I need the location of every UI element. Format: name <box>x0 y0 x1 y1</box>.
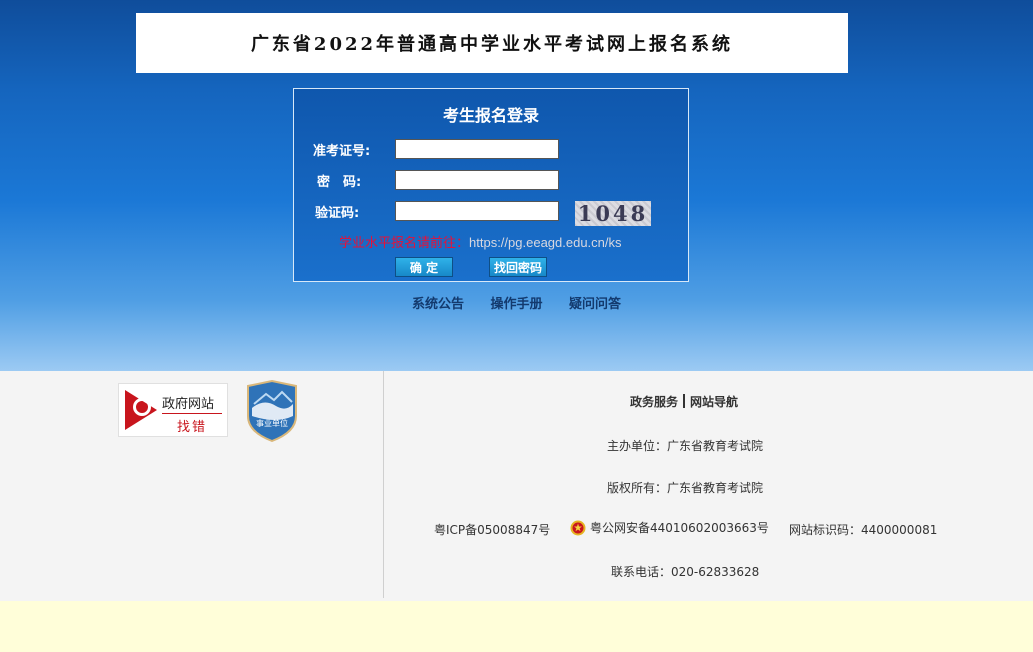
captcha-label: 验证码: <box>315 206 360 221</box>
confirm-button[interactable]: 确 定 <box>395 257 453 277</box>
gov-services-link[interactable]: 政务服务 <box>630 395 678 409</box>
phone-text: 联系电话：020-62833628 <box>611 565 760 579</box>
login-panel: 考生报名登录 准考证号: 密 码: 验证码: 1048 学业水平报名请前往：ht… <box>293 88 689 282</box>
login-title: 考生报名登录 <box>442 106 539 125</box>
unit-badge-text: 事业单位 <box>256 418 288 428</box>
link-separator <box>683 394 686 408</box>
gov-badge-line2: 找错 <box>177 420 208 435</box>
copyright-text: 版权所有：广东省教育考试院 <box>607 481 764 495</box>
password-input[interactable] <box>395 170 559 190</box>
site-nav-link[interactable]: 网站导航 <box>690 395 738 409</box>
magnifier-icon <box>133 398 151 416</box>
police-record-text: 粤公网安备44010602003663号 <box>590 521 769 535</box>
notice-url-link[interactable]: https://pg.eeagd.edu.cn/ks <box>469 235 622 250</box>
password-label: 密 码: <box>317 175 362 190</box>
exam-id-label: 准考证号: <box>313 144 371 159</box>
recover-password-button[interactable]: 找回密码 <box>489 257 547 277</box>
nav-links: 系统公告 操作手册 疑问问答 <box>0 293 1033 312</box>
public-institution-badge-icon[interactable]: 事业单位 <box>246 380 298 442</box>
exam-id-input[interactable] <box>395 139 559 159</box>
icp-record-link[interactable]: 粤ICP备05008847号 <box>434 521 550 538</box>
footer: 政府网站 找错 事业单位 政务服务 网站导航 主办单位：广东省教育考试院 版权所有… <box>0 371 1033 601</box>
footer-divider <box>383 371 384 598</box>
nav-link-announcement[interactable]: 系统公告 <box>412 297 464 312</box>
gov-website-error-badge[interactable]: 政府网站 找错 <box>118 383 228 437</box>
sponsor-text: 主办单位：广东省教育考试院 <box>607 439 764 453</box>
police-record-link[interactable]: 粤公网安备44010602003663号 <box>570 519 769 536</box>
page-title: 广东省2022年普通高中学业水平考试网上报名系统 <box>136 13 848 73</box>
footer-service-links: 政务服务 网站导航 <box>630 393 738 410</box>
captcha-input[interactable] <box>395 201 559 221</box>
nav-link-manual[interactable]: 操作手册 <box>490 297 542 312</box>
captcha-image[interactable]: 1048 <box>575 201 651 226</box>
gov-badge-line1: 政府网站 <box>162 397 215 412</box>
nav-link-faq[interactable]: 疑问问答 <box>569 297 621 312</box>
notice-line: 学业水平报名请前往：https://pg.eeagd.edu.cn/ks <box>339 232 622 251</box>
police-emblem-icon <box>570 520 586 536</box>
site-id-text: 网站标识码：4400000081 <box>789 523 938 537</box>
gov-badge-divider <box>162 413 222 414</box>
top-banner-area: 广东省2022年普通高中学业水平考试网上报名系统 考生报名登录 准考证号: 密 … <box>0 0 1033 371</box>
notice-text: 学业水平报名请前往： <box>339 236 470 251</box>
